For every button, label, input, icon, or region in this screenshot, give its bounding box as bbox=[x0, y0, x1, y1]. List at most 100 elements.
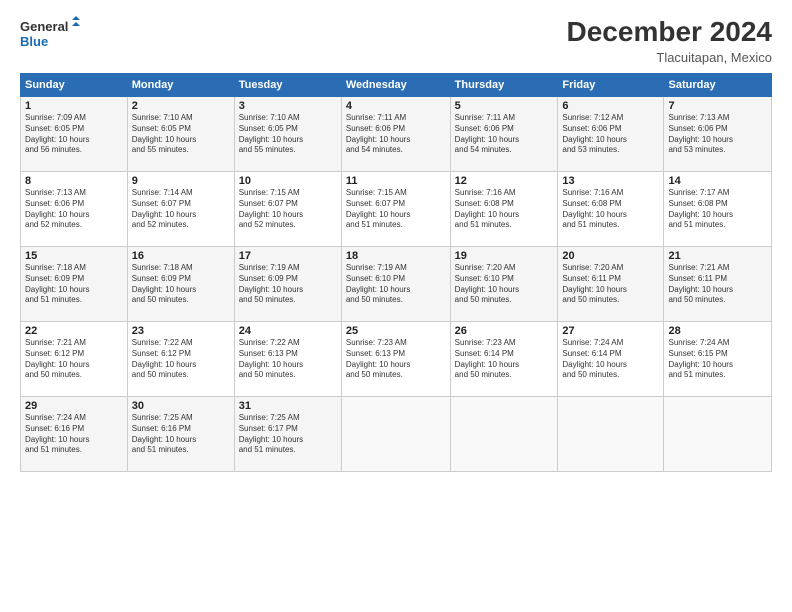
day-cell: 18Sunrise: 7:19 AMSunset: 6:10 PMDayligh… bbox=[341, 247, 450, 322]
calendar: SundayMondayTuesdayWednesdayThursdayFrid… bbox=[20, 73, 772, 472]
day-cell: 25Sunrise: 7:23 AMSunset: 6:13 PMDayligh… bbox=[341, 322, 450, 397]
title-block: December 2024 Tlacuitapan, Mexico bbox=[567, 16, 772, 65]
day-cell: 26Sunrise: 7:23 AMSunset: 6:14 PMDayligh… bbox=[450, 322, 558, 397]
day-number: 18 bbox=[346, 250, 446, 262]
day-number: 2 bbox=[132, 100, 230, 112]
day-cell: 28Sunrise: 7:24 AMSunset: 6:15 PMDayligh… bbox=[664, 322, 772, 397]
day-info: Sunrise: 7:19 AMSunset: 6:09 PMDaylight:… bbox=[239, 263, 337, 306]
day-number: 28 bbox=[668, 325, 767, 337]
location: Tlacuitapan, Mexico bbox=[567, 50, 772, 65]
header-tuesday: Tuesday bbox=[234, 74, 341, 97]
day-cell: 21Sunrise: 7:21 AMSunset: 6:11 PMDayligh… bbox=[664, 247, 772, 322]
day-number: 15 bbox=[25, 250, 123, 262]
day-info: Sunrise: 7:10 AMSunset: 6:05 PMDaylight:… bbox=[132, 113, 230, 156]
day-info: Sunrise: 7:24 AMSunset: 6:16 PMDaylight:… bbox=[25, 413, 123, 456]
week-row-5: 29Sunrise: 7:24 AMSunset: 6:16 PMDayligh… bbox=[21, 397, 772, 472]
day-number: 27 bbox=[562, 325, 659, 337]
day-number: 9 bbox=[132, 175, 230, 187]
day-cell: 27Sunrise: 7:24 AMSunset: 6:14 PMDayligh… bbox=[558, 322, 664, 397]
day-number: 25 bbox=[346, 325, 446, 337]
calendar-header-row: SundayMondayTuesdayWednesdayThursdayFrid… bbox=[21, 74, 772, 97]
day-cell: 7Sunrise: 7:13 AMSunset: 6:06 PMDaylight… bbox=[664, 97, 772, 172]
day-info: Sunrise: 7:21 AMSunset: 6:11 PMDaylight:… bbox=[668, 263, 767, 306]
day-cell: 23Sunrise: 7:22 AMSunset: 6:12 PMDayligh… bbox=[127, 322, 234, 397]
day-cell: 9Sunrise: 7:14 AMSunset: 6:07 PMDaylight… bbox=[127, 172, 234, 247]
day-cell: 30Sunrise: 7:25 AMSunset: 6:16 PMDayligh… bbox=[127, 397, 234, 472]
day-cell bbox=[664, 397, 772, 472]
day-info: Sunrise: 7:11 AMSunset: 6:06 PMDaylight:… bbox=[346, 113, 446, 156]
day-info: Sunrise: 7:11 AMSunset: 6:06 PMDaylight:… bbox=[455, 113, 554, 156]
day-info: Sunrise: 7:23 AMSunset: 6:13 PMDaylight:… bbox=[346, 338, 446, 381]
day-info: Sunrise: 7:18 AMSunset: 6:09 PMDaylight:… bbox=[132, 263, 230, 306]
day-info: Sunrise: 7:10 AMSunset: 6:05 PMDaylight:… bbox=[239, 113, 337, 156]
logo-svg: General Blue bbox=[20, 16, 80, 52]
svg-text:Blue: Blue bbox=[20, 34, 48, 49]
day-cell: 16Sunrise: 7:18 AMSunset: 6:09 PMDayligh… bbox=[127, 247, 234, 322]
day-info: Sunrise: 7:15 AMSunset: 6:07 PMDaylight:… bbox=[239, 188, 337, 231]
day-cell bbox=[450, 397, 558, 472]
month-title: December 2024 bbox=[567, 16, 772, 48]
day-cell: 29Sunrise: 7:24 AMSunset: 6:16 PMDayligh… bbox=[21, 397, 128, 472]
day-cell: 4Sunrise: 7:11 AMSunset: 6:06 PMDaylight… bbox=[341, 97, 450, 172]
day-cell: 3Sunrise: 7:10 AMSunset: 6:05 PMDaylight… bbox=[234, 97, 341, 172]
day-info: Sunrise: 7:15 AMSunset: 6:07 PMDaylight:… bbox=[346, 188, 446, 231]
day-number: 4 bbox=[346, 100, 446, 112]
day-info: Sunrise: 7:20 AMSunset: 6:10 PMDaylight:… bbox=[455, 263, 554, 306]
day-info: Sunrise: 7:24 AMSunset: 6:15 PMDaylight:… bbox=[668, 338, 767, 381]
day-info: Sunrise: 7:18 AMSunset: 6:09 PMDaylight:… bbox=[25, 263, 123, 306]
day-number: 7 bbox=[668, 100, 767, 112]
day-info: Sunrise: 7:25 AMSunset: 6:16 PMDaylight:… bbox=[132, 413, 230, 456]
day-info: Sunrise: 7:21 AMSunset: 6:12 PMDaylight:… bbox=[25, 338, 123, 381]
day-info: Sunrise: 7:25 AMSunset: 6:17 PMDaylight:… bbox=[239, 413, 337, 456]
day-cell: 20Sunrise: 7:20 AMSunset: 6:11 PMDayligh… bbox=[558, 247, 664, 322]
day-cell: 11Sunrise: 7:15 AMSunset: 6:07 PMDayligh… bbox=[341, 172, 450, 247]
day-number: 1 bbox=[25, 100, 123, 112]
day-info: Sunrise: 7:09 AMSunset: 6:05 PMDaylight:… bbox=[25, 113, 123, 156]
day-info: Sunrise: 7:24 AMSunset: 6:14 PMDaylight:… bbox=[562, 338, 659, 381]
day-number: 22 bbox=[25, 325, 123, 337]
header-friday: Friday bbox=[558, 74, 664, 97]
day-number: 19 bbox=[455, 250, 554, 262]
day-cell: 31Sunrise: 7:25 AMSunset: 6:17 PMDayligh… bbox=[234, 397, 341, 472]
day-cell: 19Sunrise: 7:20 AMSunset: 6:10 PMDayligh… bbox=[450, 247, 558, 322]
day-cell: 1Sunrise: 7:09 AMSunset: 6:05 PMDaylight… bbox=[21, 97, 128, 172]
week-row-1: 1Sunrise: 7:09 AMSunset: 6:05 PMDaylight… bbox=[21, 97, 772, 172]
header-monday: Monday bbox=[127, 74, 234, 97]
day-cell: 10Sunrise: 7:15 AMSunset: 6:07 PMDayligh… bbox=[234, 172, 341, 247]
day-number: 12 bbox=[455, 175, 554, 187]
day-cell: 5Sunrise: 7:11 AMSunset: 6:06 PMDaylight… bbox=[450, 97, 558, 172]
day-number: 26 bbox=[455, 325, 554, 337]
day-cell: 24Sunrise: 7:22 AMSunset: 6:13 PMDayligh… bbox=[234, 322, 341, 397]
header-sunday: Sunday bbox=[21, 74, 128, 97]
day-cell: 13Sunrise: 7:16 AMSunset: 6:08 PMDayligh… bbox=[558, 172, 664, 247]
day-info: Sunrise: 7:23 AMSunset: 6:14 PMDaylight:… bbox=[455, 338, 554, 381]
day-info: Sunrise: 7:14 AMSunset: 6:07 PMDaylight:… bbox=[132, 188, 230, 231]
day-info: Sunrise: 7:17 AMSunset: 6:08 PMDaylight:… bbox=[668, 188, 767, 231]
day-info: Sunrise: 7:13 AMSunset: 6:06 PMDaylight:… bbox=[668, 113, 767, 156]
day-number: 11 bbox=[346, 175, 446, 187]
day-cell: 2Sunrise: 7:10 AMSunset: 6:05 PMDaylight… bbox=[127, 97, 234, 172]
header-thursday: Thursday bbox=[450, 74, 558, 97]
day-cell: 17Sunrise: 7:19 AMSunset: 6:09 PMDayligh… bbox=[234, 247, 341, 322]
day-number: 20 bbox=[562, 250, 659, 262]
day-number: 29 bbox=[25, 400, 123, 412]
day-cell bbox=[341, 397, 450, 472]
week-row-2: 8Sunrise: 7:13 AMSunset: 6:06 PMDaylight… bbox=[21, 172, 772, 247]
day-cell: 12Sunrise: 7:16 AMSunset: 6:08 PMDayligh… bbox=[450, 172, 558, 247]
day-number: 21 bbox=[668, 250, 767, 262]
day-info: Sunrise: 7:12 AMSunset: 6:06 PMDaylight:… bbox=[562, 113, 659, 156]
header-saturday: Saturday bbox=[664, 74, 772, 97]
week-row-4: 22Sunrise: 7:21 AMSunset: 6:12 PMDayligh… bbox=[21, 322, 772, 397]
day-number: 6 bbox=[562, 100, 659, 112]
day-number: 8 bbox=[25, 175, 123, 187]
day-number: 14 bbox=[668, 175, 767, 187]
day-cell: 15Sunrise: 7:18 AMSunset: 6:09 PMDayligh… bbox=[21, 247, 128, 322]
day-info: Sunrise: 7:16 AMSunset: 6:08 PMDaylight:… bbox=[562, 188, 659, 231]
day-number: 16 bbox=[132, 250, 230, 262]
page-header: General Blue December 2024 Tlacuitapan, … bbox=[20, 16, 772, 65]
day-number: 13 bbox=[562, 175, 659, 187]
day-cell: 14Sunrise: 7:17 AMSunset: 6:08 PMDayligh… bbox=[664, 172, 772, 247]
day-number: 31 bbox=[239, 400, 337, 412]
day-info: Sunrise: 7:22 AMSunset: 6:13 PMDaylight:… bbox=[239, 338, 337, 381]
day-info: Sunrise: 7:20 AMSunset: 6:11 PMDaylight:… bbox=[562, 263, 659, 306]
